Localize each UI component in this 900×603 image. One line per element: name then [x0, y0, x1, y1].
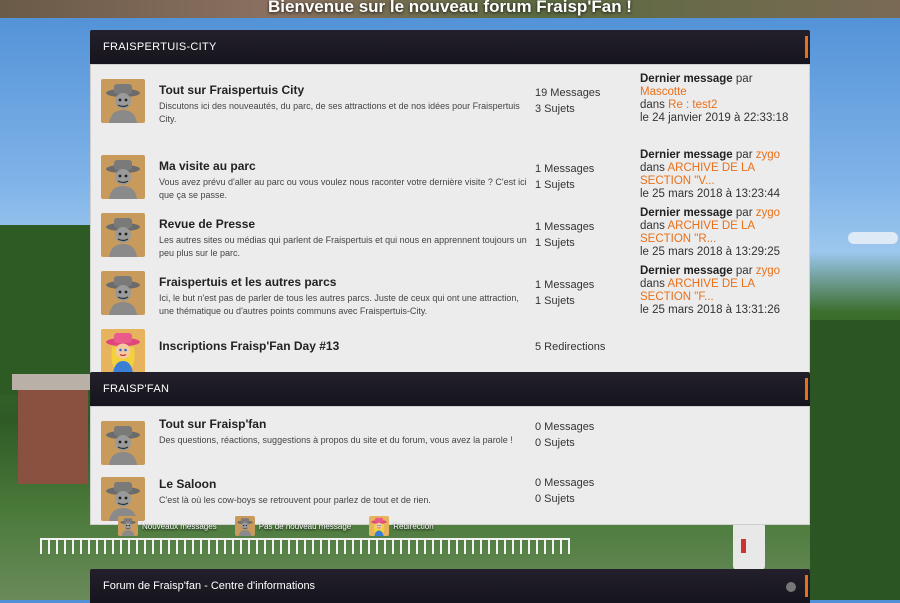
forum-topic-count: 1 Sujets [535, 237, 575, 249]
last-post-in: dans [640, 162, 665, 174]
last-post-date: le 24 janvier 2019 à 22:33:18 [640, 112, 789, 124]
last-post-by: par [735, 207, 753, 219]
last-post-topic-link[interactable]: Re : test2 [668, 99, 717, 111]
forum-message-count: 1 Messages [535, 221, 595, 233]
forum-redirection-count: 5 Redirections [535, 341, 606, 353]
forum-description: Les autres sites ou médias qui parlent d… [159, 235, 527, 258]
category-accent [805, 575, 808, 597]
site-title: Bienvenue sur le nouveau forum Fraisp'Fa… [268, 0, 632, 16]
cowboy-icon [101, 213, 145, 257]
legend-item-redirect: Redirection [369, 516, 434, 536]
category-title: FRAISP'FAN [103, 383, 170, 395]
background-cloud [848, 232, 898, 244]
last-post-date: le 25 mars 2018 à 13:31:26 [640, 304, 781, 316]
legend-item-no-new: Pas de nouveau message [234, 516, 352, 536]
forum-link[interactable]: Fraispertuis et les autres parcs [159, 275, 529, 289]
forum-link[interactable]: Tout sur Fraisp'fan [159, 417, 529, 431]
cowboy-icon [101, 79, 145, 123]
last-post-author-link[interactable]: Mascotte [640, 86, 687, 98]
forum-message-count: 1 Messages [535, 279, 595, 291]
forum-message-count: 0 Messages [535, 477, 595, 489]
forum-row: Tout sur Fraisp'fan Des questions, réact… [95, 409, 805, 465]
last-post-label: Dernier message [640, 73, 733, 85]
last-post: Dernier message par zygo dans ARCHIVE DE… [640, 207, 802, 259]
category-body: Tout sur Fraispertuis City Discutons ici… [90, 64, 810, 377]
last-post-author-link[interactable]: zygo [756, 207, 780, 219]
info-center-title: Forum de Fraisp'fan - Centre d'informati… [103, 580, 316, 592]
forum-description: Des questions, réactions, suggestions à … [159, 435, 513, 445]
category-accent [805, 36, 808, 58]
category-title: FRAISPERTUIS-CITY [103, 41, 217, 53]
cowboy-icon [101, 155, 145, 199]
last-post-in: dans [640, 278, 665, 290]
forum-row-redirect: Inscriptions Fraisp'Fan Day #13 5 Redire… [95, 317, 805, 373]
last-post: Dernier message par zygo dans ARCHIVE DE… [640, 149, 802, 201]
forum-link[interactable]: Revue de Presse [159, 217, 529, 231]
forum-row: Ma visite au parc Vous avez prévu d'alle… [95, 143, 805, 201]
forum-legend: Nouveaux messages Pas de nouveau message… [118, 516, 452, 536]
redirection-icon [369, 516, 390, 536]
forum-description: C'est là où les cow-boys se retrouvent p… [159, 495, 431, 505]
last-post-by: par [735, 73, 753, 85]
forum-message-count: 1 Messages [535, 163, 595, 175]
background-fence [40, 538, 570, 554]
forum-description: Ici, le but n'est pas de parler de tous … [159, 293, 519, 316]
forum-description: Vous avez prévu d'aller au parc ou vous … [159, 177, 527, 200]
background-house [12, 374, 94, 484]
last-post-in: dans [640, 99, 665, 111]
forum-message-count: 0 Messages [535, 421, 595, 433]
cowboy-icon [101, 421, 145, 465]
forum-topic-count: 3 Sujets [535, 103, 575, 115]
category-accent [805, 378, 808, 400]
legend-label: Redirection [393, 521, 434, 531]
forum-topic-count: 0 Sujets [535, 493, 575, 505]
legend-label: Pas de nouveau message [258, 521, 352, 531]
legend-item-new: Nouveaux messages [118, 516, 217, 536]
forum-message-count: 19 Messages [535, 87, 601, 99]
last-post-date: le 25 mars 2018 à 13:29:25 [640, 246, 781, 258]
legend-label: Nouveaux messages [142, 521, 217, 531]
cowboy-icon [101, 477, 145, 521]
last-post-date: le 25 mars 2018 à 13:23:44 [640, 188, 781, 200]
new-messages-icon [118, 516, 138, 536]
last-post-label: Dernier message [640, 149, 733, 161]
category-header[interactable]: FRAISP'FAN [90, 372, 810, 406]
forum-topic-count: 0 Sujets [535, 437, 575, 449]
forum-description: Discutons ici des nouveautés, du parc, d… [159, 101, 520, 124]
forum-topic-count: 1 Sujets [535, 295, 575, 307]
last-post-author-link[interactable]: zygo [756, 265, 780, 277]
last-post-author-link[interactable]: zygo [756, 149, 780, 161]
forum-row: Le Saloon C'est là où les cow-boys se re… [95, 465, 805, 521]
background-trees-left [0, 225, 90, 395]
forum-row: Revue de Presse Les autres sites ou médi… [95, 201, 805, 259]
last-post-label: Dernier message [640, 207, 733, 219]
background-trees-right [810, 320, 900, 600]
no-new-message-icon [234, 516, 255, 536]
forum-link[interactable]: Tout sur Fraispertuis City [159, 83, 529, 97]
forum-row: Fraispertuis et les autres parcs Ici, le… [95, 259, 805, 317]
category-body: Tout sur Fraisp'fan Des questions, réact… [90, 406, 810, 525]
last-post-in: dans [640, 220, 665, 232]
last-post: Dernier message par Mascotte dans Re : t… [640, 73, 802, 125]
forum-topic-count: 1 Sujets [535, 179, 575, 191]
forum-link[interactable]: Inscriptions Fraisp'Fan Day #13 [159, 339, 529, 353]
category-fraispfan: FRAISP'FAN Tout sur Fraisp'fan Des quest… [90, 372, 810, 525]
category-fraispertuis-city: FRAISPERTUIS-CITY Tout sur Fraispertuis … [90, 30, 810, 377]
forum-link[interactable]: Ma visite au parc [159, 159, 529, 173]
cowboy-icon [101, 271, 145, 315]
forum-link[interactable]: Le Saloon [159, 477, 529, 491]
cowgirl-icon [101, 329, 145, 373]
last-post-label: Dernier message [640, 265, 733, 277]
info-center-header[interactable]: Forum de Fraisp'fan - Centre d'informati… [90, 569, 810, 603]
collapse-toggle-icon[interactable] [786, 582, 796, 592]
category-header[interactable]: FRAISPERTUIS-CITY [90, 30, 810, 64]
last-post: Dernier message par zygo dans ARCHIVE DE… [640, 265, 802, 317]
last-post-by: par [735, 149, 753, 161]
last-post-by: par [735, 265, 753, 277]
forum-row: Tout sur Fraispertuis City Discutons ici… [95, 67, 805, 143]
